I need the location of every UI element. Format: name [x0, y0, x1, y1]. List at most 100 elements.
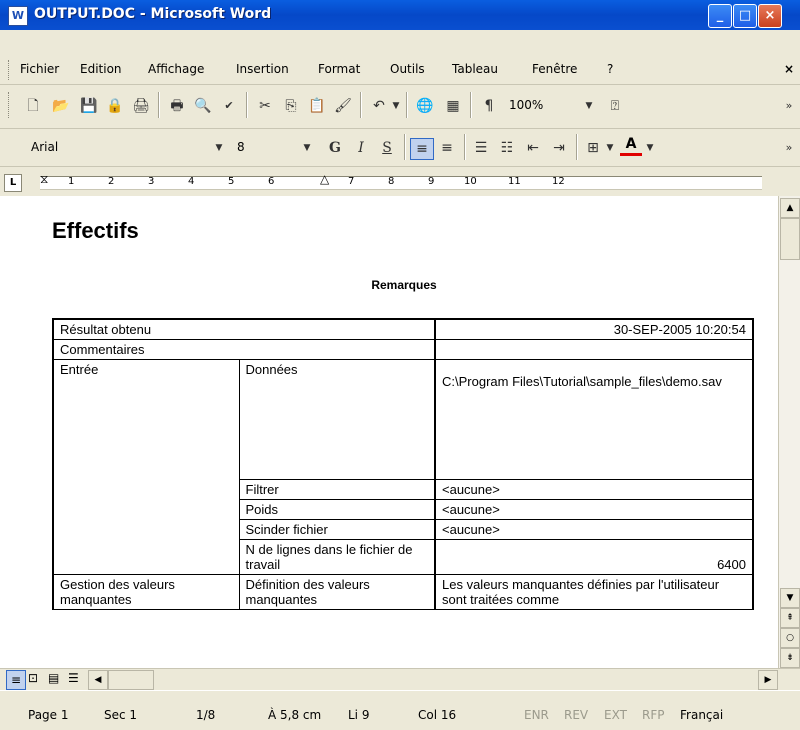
title-bar[interactable]: W OUTPUT.DOC - Microsoft Word _ □ ×: [0, 0, 800, 30]
close-button[interactable]: ×: [758, 4, 782, 28]
increase-indent-icon[interactable]: ⇥: [548, 138, 570, 158]
menu-fichier[interactable]: Fichier: [20, 62, 59, 76]
italic-button[interactable]: I: [350, 138, 372, 158]
menu-tableau[interactable]: Tableau: [452, 62, 498, 76]
status-rev[interactable]: REV: [564, 708, 588, 722]
table-cell[interactable]: <aucune>: [434, 499, 754, 520]
font-dropdown-icon[interactable]: ▼: [212, 138, 226, 158]
print-layout-icon[interactable]: ▤: [48, 671, 59, 685]
size-dropdown-icon[interactable]: ▼: [300, 138, 314, 158]
align-left-icon[interactable]: ≡: [410, 138, 434, 160]
doc-close-icon[interactable]: ×: [784, 62, 794, 76]
normal-view-icon[interactable]: ≡: [6, 670, 26, 690]
pilcrow-icon[interactable]: ¶: [478, 96, 500, 116]
previous-page-icon[interactable]: ⇞: [780, 608, 800, 628]
menu-insertion[interactable]: Insertion: [236, 62, 289, 76]
table-icon[interactable]: ▦: [442, 96, 464, 116]
table-cell[interactable]: Entrée: [52, 359, 240, 575]
menu-grip[interactable]: [8, 60, 12, 80]
bullet-list-icon[interactable]: ☷: [496, 138, 518, 158]
document-page[interactable]: Effectifs Remarques Résultat obtenu 30-S…: [30, 196, 778, 668]
table-cell[interactable]: Commentaires: [52, 339, 436, 360]
left-indent-marker-icon[interactable]: ⧖: [40, 172, 48, 187]
scroll-left-icon[interactable]: ◀: [88, 670, 108, 690]
table-cell[interactable]: Poids: [238, 499, 436, 520]
zoom-field[interactable]: 100%: [506, 96, 576, 114]
spelling-icon[interactable]: ✔: [218, 96, 240, 116]
menu-outils[interactable]: Outils: [390, 62, 425, 76]
new-doc-icon[interactable]: 🗋: [22, 96, 44, 116]
table-cell[interactable]: Filtrer: [238, 479, 436, 500]
paste-icon[interactable]: 📋: [306, 96, 328, 116]
table-cell[interactable]: <aucune>: [434, 519, 754, 540]
status-position: À 5,8 cm: [268, 708, 322, 722]
border-dropdown-icon[interactable]: ▼: [604, 138, 616, 158]
table-cell[interactable]: Les valeurs manquantes définies par l'ut…: [434, 574, 754, 610]
format-painter-icon[interactable]: 🖌: [332, 96, 354, 116]
toolbar-overflow-icon[interactable]: »: [778, 96, 800, 116]
menu-edition[interactable]: Edition: [80, 62, 122, 76]
help-icon[interactable]: ⍰: [604, 96, 626, 116]
tab-stop-icon[interactable]: L: [4, 174, 22, 192]
menu-format[interactable]: Format: [318, 62, 360, 76]
border-icon[interactable]: ⊞: [582, 138, 604, 158]
menu-affichage[interactable]: Affichage: [148, 62, 204, 76]
underline-button[interactable]: S: [376, 138, 398, 158]
hyperlink-icon[interactable]: 🌐: [414, 96, 436, 116]
data-table[interactable]: Résultat obtenu 30-SEP-2005 10:20:54 Com…: [52, 318, 754, 610]
table-cell[interactable]: Résultat obtenu: [52, 318, 436, 340]
next-page-icon[interactable]: ⇟: [780, 648, 800, 668]
outline-view-icon[interactable]: ☰: [68, 671, 79, 685]
status-ext[interactable]: EXT: [604, 708, 627, 722]
numbered-list-icon[interactable]: ☰: [470, 138, 492, 158]
table-cell[interactable]: Gestion des valeurs manquantes: [52, 574, 240, 610]
menu-fenetre[interactable]: Fenêtre: [532, 62, 577, 76]
scroll-down-icon[interactable]: ▼: [780, 588, 800, 608]
print-icon[interactable]: 🖶: [166, 96, 188, 116]
font-color-dropdown-icon[interactable]: ▼: [644, 138, 656, 158]
bold-button[interactable]: G: [324, 138, 346, 158]
preview-icon[interactable]: 🔍: [192, 96, 214, 116]
status-rfp[interactable]: RFP: [642, 708, 664, 722]
toolbar-separator: [576, 134, 578, 160]
zoom-dropdown-icon[interactable]: ▼: [582, 96, 596, 116]
table-cell[interactable]: Scinder fichier: [238, 519, 436, 540]
table-cell[interactable]: 6400: [434, 539, 754, 575]
right-indent-marker-icon[interactable]: △: [320, 172, 329, 186]
permission-icon[interactable]: 🔒: [104, 96, 126, 116]
table-cell[interactable]: Données: [238, 359, 436, 480]
word-app-icon[interactable]: W: [8, 6, 28, 26]
copy-icon[interactable]: ⎘: [280, 96, 302, 116]
toolbar-grip[interactable]: [8, 92, 12, 118]
scroll-thumb[interactable]: [780, 218, 800, 260]
toolbar-overflow-icon[interactable]: »: [778, 138, 800, 158]
menu-help[interactable]: ?: [607, 62, 613, 76]
table-cell[interactable]: <aucune>: [434, 479, 754, 500]
toolbar-separator: [158, 92, 160, 118]
decrease-indent-icon[interactable]: ⇤: [522, 138, 544, 158]
print-preview-icon[interactable]: 🖨: [130, 96, 152, 116]
status-language[interactable]: Françai: [680, 708, 723, 722]
undo-icon[interactable]: ↶: [368, 96, 390, 116]
maximize-button[interactable]: □: [733, 4, 757, 28]
font-field[interactable]: Arial: [28, 138, 228, 156]
table-cell[interactable]: [434, 339, 754, 360]
hscroll-thumb[interactable]: [108, 670, 154, 690]
align-center-icon[interactable]: ≡: [436, 138, 458, 158]
font-color-button[interactable]: A: [620, 136, 642, 156]
minimize-button[interactable]: _: [708, 4, 732, 28]
browse-object-icon[interactable]: ○: [780, 628, 800, 648]
open-icon[interactable]: 📂: [50, 96, 72, 116]
table-cell[interactable]: Définition des valeurs manquantes: [238, 574, 436, 610]
table-cell[interactable]: C:\Program Files\Tutorial\sample_files\d…: [434, 359, 754, 480]
undo-dropdown-icon[interactable]: ▼: [390, 96, 402, 116]
scroll-up-icon[interactable]: ▲: [780, 198, 800, 218]
table-cell[interactable]: N de lignes dans le fichier de travail: [238, 539, 436, 575]
save-icon[interactable]: 💾: [78, 96, 100, 116]
status-enr[interactable]: ENR: [524, 708, 549, 722]
font-size-field[interactable]: 8: [234, 138, 304, 156]
web-view-icon[interactable]: ⊡: [28, 671, 38, 685]
scroll-right-icon[interactable]: ▶: [758, 670, 778, 690]
cut-icon[interactable]: ✂: [254, 96, 276, 116]
table-cell[interactable]: 30-SEP-2005 10:20:54: [434, 318, 754, 340]
